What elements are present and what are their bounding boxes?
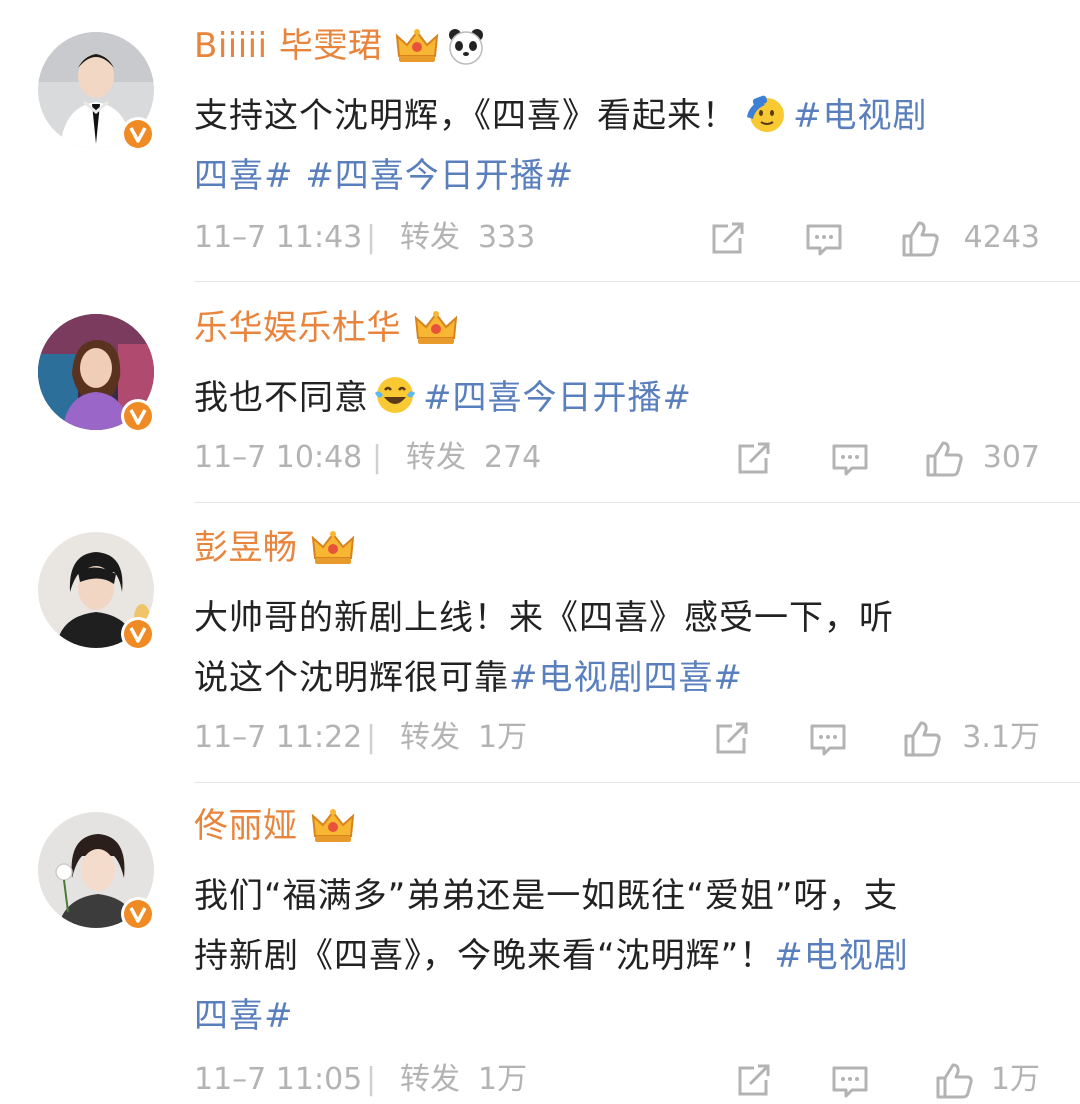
user-name-row: 乐华娱乐杜华 xyxy=(194,304,459,352)
verified-badge-icon xyxy=(121,117,155,151)
comment-text-body: 说这个沈明辉很可靠 xyxy=(194,658,509,698)
crown-icon[interactable] xyxy=(394,26,440,66)
separator: | xyxy=(366,220,377,255)
comment-meta: 11–7 11:43 | 转发 333 4243 xyxy=(194,214,1040,262)
repost-label[interactable]: 转发 xyxy=(400,1056,460,1104)
like-count: 307 xyxy=(982,440,1040,475)
like-icon[interactable] xyxy=(900,220,940,258)
user-name-row: 佟丽娅 xyxy=(194,802,356,850)
comment-icon[interactable] xyxy=(830,440,870,478)
comment-text-body: 持新剧《四喜》，今晚来看“沈明辉”！ xyxy=(194,936,775,976)
repost-count: 1万 xyxy=(478,1062,528,1097)
repost-count: 274 xyxy=(484,440,542,475)
comment-text-body: 支持这个沈明辉，《四喜》看起来！ xyxy=(194,96,737,136)
topic-link[interactable]: 四喜# xyxy=(194,156,294,196)
repost-label[interactable]: 转发 xyxy=(406,434,466,482)
like-count: 3.1万 xyxy=(962,720,1040,755)
comment-text-body: 大帅哥的新剧上线！来《四喜》感受一下，听 xyxy=(194,598,894,638)
crown-icon[interactable] xyxy=(310,528,356,568)
like-icon[interactable] xyxy=(902,720,942,758)
crown-icon[interactable] xyxy=(413,308,459,348)
crown-icon[interactable] xyxy=(310,806,356,846)
divider xyxy=(194,782,1080,783)
comment-date: 11–7 11:43 xyxy=(194,220,363,255)
share-icon[interactable] xyxy=(734,440,774,478)
panda-icon xyxy=(449,29,484,65)
comment-text-body: 我们“福满多”弟弟还是一如既往“爱姐”呀，支 xyxy=(194,876,899,916)
like-icon[interactable] xyxy=(934,1062,974,1100)
topic-link[interactable]: 四喜# xyxy=(194,996,294,1036)
comment-icon[interactable] xyxy=(830,1062,870,1100)
comment-text: 大帅哥的新剧上线！来《四喜》感受一下，听 说这个沈明辉很可靠#电视剧四喜# xyxy=(194,588,1044,708)
topic-link[interactable]: #电视剧 xyxy=(774,936,909,976)
repost-label[interactable]: 转发 xyxy=(400,214,460,262)
user-name[interactable]: Biiiii 毕雯珺 xyxy=(194,22,382,70)
topic-link[interactable]: #四喜今日开播# xyxy=(305,156,574,196)
divider xyxy=(194,281,1080,282)
user-name[interactable]: 佟丽娅 xyxy=(194,802,298,850)
separator: | xyxy=(372,440,383,475)
tears-of-joy-icon xyxy=(375,377,415,413)
topic-link[interactable]: #电视剧四喜# xyxy=(509,658,743,698)
divider xyxy=(194,502,1080,503)
topic-link[interactable]: #电视剧 xyxy=(793,96,928,136)
share-icon[interactable] xyxy=(712,720,752,758)
topic-link[interactable]: #四喜今日开播# xyxy=(423,378,692,418)
repost-count: 1万 xyxy=(478,720,528,755)
verified-badge-icon xyxy=(121,399,155,433)
comment-text: 我也不同意 #四喜今日开播# xyxy=(194,368,1044,428)
user-name-row: Biiiii 毕雯珺 xyxy=(194,22,486,70)
avatar[interactable] xyxy=(38,532,155,651)
avatar[interactable] xyxy=(38,812,155,931)
share-icon[interactable] xyxy=(708,220,748,258)
comment-feed: Biiiii 毕雯珺 支持这个沈明辉，《四喜》看起来！ #电视剧 四喜# #四喜… xyxy=(0,0,1080,1099)
comment-meta: 11–7 11:22 | 转发 1万 3.1万 xyxy=(194,714,1040,762)
separator: | xyxy=(366,1062,377,1097)
like-icon[interactable] xyxy=(924,440,964,478)
comment-icon[interactable] xyxy=(808,720,848,758)
saluting-face-icon xyxy=(747,95,784,132)
user-name-row: 彭昱畅 xyxy=(194,524,356,572)
verified-badge-icon xyxy=(121,897,155,931)
user-name[interactable]: 乐华娱乐杜华 xyxy=(194,304,401,352)
comment-meta: 11–7 10:48 | 转发 274 307 xyxy=(194,434,1040,482)
comment-date: 11–7 11:22 xyxy=(194,720,363,755)
share-icon[interactable] xyxy=(734,1062,774,1100)
repost-count: 333 xyxy=(478,220,536,255)
repost-label[interactable]: 转发 xyxy=(400,714,460,762)
avatar[interactable] xyxy=(38,314,155,433)
separator: | xyxy=(366,720,377,755)
comment-date: 11–7 11:05 xyxy=(194,1062,363,1097)
like-count: 4243 xyxy=(963,220,1040,255)
comment-meta: 11–7 11:05 | 转发 1万 1万 xyxy=(194,1056,1040,1104)
comment-text: 我们“福满多”弟弟还是一如既往“爱姐”呀，支 持新剧《四喜》，今晚来看“沈明辉”… xyxy=(194,866,1044,1046)
comment-date: 11–7 10:48 xyxy=(194,440,363,475)
comment-icon[interactable] xyxy=(804,220,844,258)
comment-text: 支持这个沈明辉，《四喜》看起来！ #电视剧 四喜# #四喜今日开播# xyxy=(194,86,1044,206)
comment-text-body: 我也不同意 xyxy=(194,378,369,418)
user-name[interactable]: 彭昱畅 xyxy=(194,524,298,572)
verified-badge-icon xyxy=(121,617,155,651)
avatar[interactable] xyxy=(38,32,155,151)
like-count: 1万 xyxy=(990,1062,1040,1097)
